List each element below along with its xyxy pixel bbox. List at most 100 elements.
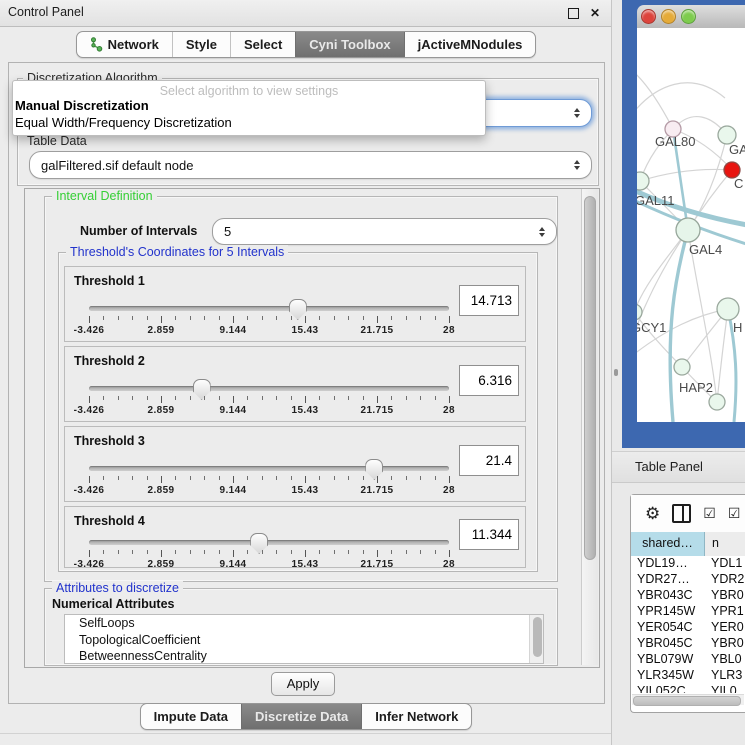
slider-track[interactable] [89, 540, 449, 545]
minimize-traffic-light-icon[interactable] [661, 9, 676, 24]
divider [0, 733, 612, 734]
vertical-scrollbar[interactable] [581, 189, 598, 665]
threshold-value-field[interactable]: 11.344 [459, 519, 519, 550]
tab-network[interactable]: Network [77, 32, 172, 57]
table-cell[interactable]: YLR345W [631, 668, 704, 684]
table-cell[interactable]: YPR145W [631, 604, 704, 620]
table-cell[interactable]: YDR2 [704, 572, 745, 588]
table-row[interactable]: YLR345WYLR3 [631, 668, 745, 684]
numerical-attributes-list[interactable]: SelfLoopsTopologicalCoefficientBetweenne… [64, 614, 544, 664]
network-node[interactable] [637, 172, 649, 190]
scrollbar-thumb[interactable] [633, 696, 741, 706]
slider-track[interactable] [89, 466, 449, 471]
slider-track[interactable] [89, 386, 449, 391]
tick-mark [319, 396, 320, 400]
zoom-traffic-light-icon[interactable] [681, 9, 696, 24]
network-view[interactable]: GAL80GACGAL11GAL4GCY1HHAP2 [637, 28, 745, 422]
tick-label: 9.144 [219, 405, 246, 416]
table-cell[interactable]: YBR0 [704, 636, 745, 652]
threshold-slider[interactable]: -3.4262.8599.14415.4321.71528 [89, 297, 449, 339]
split-columns-icon[interactable] [672, 504, 691, 523]
table-cell[interactable]: YPR1 [704, 604, 745, 620]
table-panel-titlebar[interactable]: Table Panel [612, 451, 745, 483]
network-node[interactable] [637, 304, 642, 320]
tab-cyni-toolbox[interactable]: Cyni Toolbox [295, 32, 403, 57]
number-of-intervals-combobox[interactable]: 5 [212, 218, 557, 245]
splitter-handle[interactable] [614, 369, 618, 376]
list-scrollbar[interactable] [529, 615, 543, 663]
table-cell[interactable]: YBL0 [704, 652, 745, 668]
checkbox-icon[interactable]: ☑ [703, 505, 716, 522]
threshold-slider[interactable]: -3.4262.8599.14415.4321.71528 [89, 377, 449, 419]
table-cell[interactable]: YIL052C [631, 684, 704, 693]
table-row[interactable]: YER054CYER0 [631, 620, 745, 636]
tick-mark [118, 550, 119, 554]
table-row[interactable]: YBR045CYBR0 [631, 636, 745, 652]
scrollbar-thumb[interactable] [533, 617, 542, 657]
threshold-value-field[interactable]: 6.316 [459, 365, 519, 396]
close-icon[interactable]: ✕ [590, 6, 600, 20]
float-window-icon[interactable] [568, 8, 579, 19]
apply-button[interactable]: Apply [271, 672, 335, 696]
tick-mark [305, 396, 306, 403]
table-cell[interactable]: YBR0 [704, 588, 745, 604]
scrollbar-thumb[interactable] [584, 196, 596, 560]
slider-track[interactable] [89, 306, 449, 311]
table-row[interactable]: YPR145WYPR1 [631, 604, 745, 620]
group-title: Threshold's Coordinates for 5 Intervals [66, 245, 288, 259]
table-header-row: shared… n [631, 532, 745, 557]
gear-icon[interactable]: ⚙ [645, 505, 660, 522]
column-header-name[interactable]: n [705, 532, 745, 556]
tab-impute-data[interactable]: Impute Data [141, 704, 241, 729]
network-node[interactable] [717, 298, 739, 320]
popup-item-manual-discretization[interactable]: Manual Discretization [13, 98, 485, 115]
tick-mark [319, 550, 320, 554]
tab-discretize-data[interactable]: Discretize Data [241, 704, 361, 729]
tab-style[interactable]: Style [172, 32, 230, 57]
tick-mark [348, 476, 349, 480]
close-traffic-light-icon[interactable] [641, 9, 656, 24]
table-cell[interactable]: YIL0 [704, 684, 745, 693]
table-cell[interactable]: YBR043C [631, 588, 704, 604]
table-cell[interactable]: YLR3 [704, 668, 745, 684]
tick-label: 2.859 [147, 559, 174, 570]
table-cell[interactable]: YBL079W [631, 652, 704, 668]
horizontal-scrollbar[interactable] [632, 694, 744, 705]
group-title: Interval Definition [52, 189, 157, 203]
tab-infer-network[interactable]: Infer Network [361, 704, 471, 729]
table-cell[interactable]: YER0 [704, 620, 745, 636]
tick-mark [190, 316, 191, 320]
tab-select[interactable]: Select [230, 32, 295, 57]
tab-jactivemnodules[interactable]: jActiveMNodules [404, 32, 536, 57]
network-node[interactable] [674, 359, 690, 375]
control-panel-titlebar[interactable]: Control Panel ✕ [0, 0, 612, 27]
list-item[interactable]: BetweennessCentrality [65, 648, 543, 664]
threshold-slider[interactable]: -3.4262.8599.14415.4321.71528 [89, 531, 449, 573]
checkbox-icon[interactable]: ☑ [728, 505, 741, 522]
network-node[interactable] [676, 218, 700, 242]
table-row[interactable]: YBR043CYBR0 [631, 588, 745, 604]
nodes[interactable] [637, 121, 740, 410]
column-header-shared[interactable]: shared… [631, 532, 705, 556]
tick-label: 28 [443, 405, 455, 416]
table-cell[interactable]: YDL19… [631, 556, 704, 572]
list-item[interactable]: SelfLoops [65, 615, 543, 632]
threshold-value-field[interactable]: 14.713 [459, 285, 519, 316]
table-cell[interactable]: YDR27… [631, 572, 704, 588]
table-row[interactable]: YBL079WYBL0 [631, 652, 745, 668]
table-row[interactable]: YIL052CYIL0 [631, 684, 745, 693]
tab-label: Select [244, 32, 282, 57]
threshold-slider[interactable]: -3.4262.8599.14415.4321.71528 [89, 457, 449, 499]
list-item[interactable]: TopologicalCoefficient [65, 632, 543, 649]
threshold-value-field[interactable]: 21.4 [459, 445, 519, 476]
popup-item-equal-width[interactable]: Equal Width/Frequency Discretization [13, 115, 485, 132]
table-row[interactable]: YDR27…YDR2 [631, 572, 745, 588]
tick-mark [118, 396, 119, 400]
table-cell[interactable]: YDL1 [704, 556, 745, 572]
table-data-combobox[interactable]: galFiltered.sif default node [29, 151, 592, 179]
table-cell[interactable]: YBR045C [631, 636, 704, 652]
network-node[interactable] [709, 394, 725, 410]
panel-divider[interactable] [611, 0, 612, 745]
table-cell[interactable]: YER054C [631, 620, 704, 636]
table-row[interactable]: YDL19…YDL1 [631, 556, 745, 572]
